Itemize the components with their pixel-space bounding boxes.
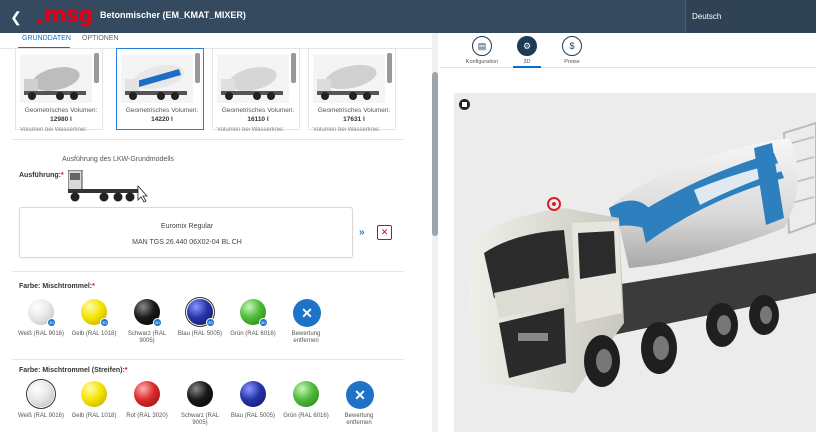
card-value: 17631 l [343, 116, 365, 123]
required-mark: * [92, 283, 95, 290]
truck-3d-render [469, 121, 816, 393]
3d-viewer[interactable] [454, 93, 816, 432]
execution-line2: MAN TGS 26.440 06X02-04 BL CH [132, 239, 242, 246]
info-badge-icon: 3D [153, 318, 162, 327]
swatch-label: Gelb (RAL 1018) [71, 331, 117, 337]
truck-image [121, 55, 193, 103]
swatch-label: Grün (RAL 6016) [283, 413, 329, 419]
tab-label: 3D [523, 59, 531, 65]
logo-text: msg [44, 3, 94, 28]
divider [12, 359, 404, 360]
info-badge-icon: 3D [259, 318, 268, 327]
swatch-ball [293, 381, 319, 407]
close-icon: ✕ [293, 299, 321, 327]
preview-tab-bar: ▤ Konfiguration ⚙ 3D $ Preise [440, 33, 816, 68]
logo: msg [38, 3, 94, 28]
swatch-label: Rot (RAL 3020) [126, 413, 168, 419]
tab-grunddaten[interactable]: GRUNDDATEN [22, 35, 71, 42]
required-mark: * [124, 367, 128, 374]
card-label: Geometrisches Volumen: [317, 107, 391, 114]
info-badge-icon: 3D [100, 318, 109, 327]
tab-label: Preise [564, 59, 580, 65]
scrollbar-thumb[interactable] [432, 72, 438, 236]
swatch-label: Weiß (RAL 9016) [17, 331, 65, 337]
card-scrollbar[interactable] [195, 53, 200, 83]
preview-panel: ▤ Konfiguration ⚙ 3D $ Preise [440, 33, 816, 432]
product-card[interactable]: Geometrisches Volumen: 17631 l Volumen b… [308, 48, 396, 131]
divider [12, 139, 404, 140]
card-cut-text: Volumen bei Wasserlinie: [217, 127, 285, 131]
execution-line1: Euromix Regular [160, 223, 214, 230]
swatch-ball [81, 381, 107, 407]
back-icon[interactable]: ❮ [8, 9, 24, 25]
stripe-color-label-text: Farbe: Mischtrommel (Streifen): [19, 367, 125, 374]
card-value: 16110 l [247, 116, 269, 123]
tab-optionen[interactable]: OPTIONEN [82, 35, 119, 42]
swatch-ball [187, 381, 213, 407]
swatch-label: Weiß (RAL 9016) [17, 413, 65, 419]
card-scrollbar[interactable] [94, 53, 99, 83]
close-icon: ✕ [346, 381, 374, 409]
remove-rating-label: Bewertung entfernen [344, 413, 374, 426]
truck-image [313, 55, 385, 103]
swatch-label: Blau (RAL 5005) [177, 331, 223, 337]
card-label: Geometrisches Volumen: [125, 107, 199, 114]
product-card[interactable]: Geometrisches Volumen: 12980 l Volumen b… [15, 48, 103, 131]
info-badge-icon: 3D [206, 318, 215, 327]
truck-chassis-thumbnail[interactable] [68, 170, 148, 204]
card-scrollbar[interactable] [291, 53, 296, 83]
logo-dot [38, 20, 42, 24]
info-badge-icon: 3D [47, 318, 56, 327]
shell-bar: ❮ msg Betonmischer (EM_KMAT_MIXER) Deuts… [0, 0, 816, 33]
swatch-ball [240, 381, 266, 407]
card-value: 14220 l [151, 116, 173, 123]
clear-selection-button[interactable]: ✕ [377, 225, 392, 240]
swatch-label: Schwarz (RAL 9005) [180, 413, 220, 426]
truck-image [20, 55, 92, 103]
tab-underline [513, 66, 541, 68]
execution-caption: Ausführung des LKW-Grundmodells [62, 156, 174, 163]
clipboard-icon: ▤ [472, 36, 492, 56]
swatch-ball [134, 381, 160, 407]
swatch-label: Grün (RAL 6016) [230, 331, 276, 337]
tab-bar: GRUNDDATEN OPTIONEN [0, 33, 432, 49]
card-value: 12980 l [50, 116, 72, 123]
app-title: Betonmischer (EM_KMAT_MIXER) [100, 10, 246, 20]
execution-label: Ausführung:* [19, 172, 64, 179]
tab-label: Konfiguration [465, 59, 499, 65]
card-cut-text: Volumen bei Wasserlinie: [20, 127, 88, 131]
product-card[interactable]: Geometrisches Volumen: 16110 l Volumen b… [212, 48, 300, 131]
expand-chevron-icon[interactable]: » [359, 228, 369, 238]
card-cut-text: Volumen bei Wasserlinie: [313, 127, 381, 131]
swatch-label: Schwarz (RAL 9005) [127, 331, 167, 344]
stripe-color-label: Farbe: Mischtrommel (Streifen):* [19, 367, 128, 374]
product-card[interactable]: Geometrisches Volumen: 14220 l [116, 48, 204, 130]
remove-rating-label: Bewertung entfernen [291, 331, 321, 344]
execution-selection-box[interactable]: Euromix Regular MAN TGS 26.440 06X02-04 … [19, 207, 353, 258]
card-scrollbar[interactable] [387, 53, 392, 83]
language-selector[interactable]: Deutsch [685, 0, 816, 33]
drum-color-label: Farbe: Mischtrommel:* [19, 283, 95, 290]
drum-color-label-text: Farbe: Mischtrommel: [19, 283, 93, 290]
mixer-3d-icon: ⚙ [517, 36, 537, 56]
card-label: Geometrisches Volumen: [221, 107, 295, 114]
execution-label-text: Ausführung: [19, 172, 61, 179]
truck-image [217, 55, 289, 103]
dollar-icon: $ [562, 36, 582, 56]
card-label: Geometrisches Volumen: [24, 107, 98, 114]
swatch-label: Blau (RAL 5005) [230, 413, 276, 419]
required-mark: * [61, 172, 64, 179]
swatch-ball [28, 381, 54, 407]
divider [12, 271, 404, 272]
swatch-label: Gelb (RAL 1018) [71, 413, 117, 419]
